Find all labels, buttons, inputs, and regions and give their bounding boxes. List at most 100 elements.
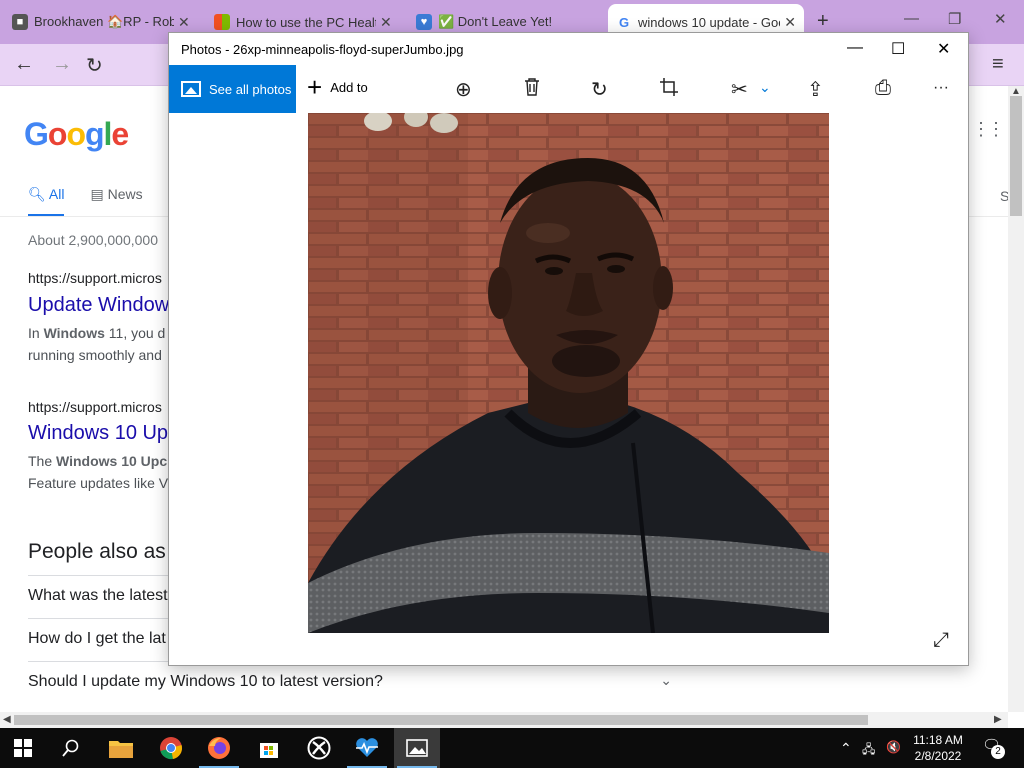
health-icon[interactable] — [344, 728, 390, 768]
edit-icon[interactable]: ✂ — [731, 77, 748, 102]
share-icon[interactable]: ⇪ — [807, 77, 824, 102]
result-url[interactable]: https://support.micros — [28, 399, 162, 415]
snippet-bold: Windows 10 Upc — [56, 453, 168, 469]
snippet-text: running smoothly and — [28, 347, 162, 363]
result-url[interactable]: https://support.micros — [28, 270, 162, 286]
paa-question-text: What was the latest — [28, 587, 168, 604]
fullscreen-icon[interactable]: ⤢ — [933, 629, 949, 652]
logo-letter: g — [84, 116, 105, 152]
scroll-left-icon[interactable]: ◀ — [3, 714, 11, 725]
people-also-ask-heading: People also as — [28, 540, 166, 563]
rotate-icon[interactable]: ↻ — [591, 77, 608, 102]
roblox-icon: ■ — [12, 14, 28, 30]
chevron-down-icon: ⌄ — [660, 672, 672, 688]
volume-muted-icon[interactable]: 🔇 — [886, 740, 901, 754]
browser-close-button[interactable]: ✕ — [994, 10, 1007, 28]
chrome-icon[interactable] — [148, 728, 194, 768]
snippet-text: 11, you d — [104, 325, 166, 341]
photos-close-button[interactable]: ✕ — [937, 39, 950, 59]
tab-title: windows 10 update - Googl — [638, 14, 781, 30]
print-icon[interactable]: ⎙ — [875, 77, 891, 100]
snippet-text: Feature updates like V — [28, 475, 169, 491]
scroll-right-icon[interactable]: ▶ — [994, 714, 1002, 725]
close-tab-icon[interactable]: ✕ — [784, 14, 796, 31]
tab-all-label: All — [48, 186, 65, 202]
tab-title: ✅ Don't Leave Yet! — [438, 14, 553, 29]
tab-title: How to use the PC Health C — [236, 14, 376, 30]
browser-minimize-button[interactable]: — — [904, 10, 919, 27]
logo-letter: o — [66, 116, 86, 152]
photos-toolbar: See all photos + Add to ⊕ ↻ ✂ ⌄ ⇪ ⎙ ··· — [169, 65, 968, 113]
tab-news[interactable]: ▤ News — [90, 186, 142, 217]
result-title[interactable]: Windows 10 Up — [28, 422, 168, 445]
logo-letter: o — [47, 116, 68, 152]
close-tab-icon[interactable]: ✕ — [178, 14, 190, 31]
notification-count-badge: 2 — [991, 745, 1005, 759]
result-snippet: In Windows 11, you d running smoothly an… — [28, 322, 165, 366]
tray-chevron-icon[interactable]: ⌃ — [840, 740, 852, 757]
photo-icon — [181, 81, 201, 97]
side-tab-text[interactable]: S — [1000, 188, 1008, 204]
horizontal-scrollbar[interactable]: ◀ ▶ — [0, 712, 1008, 728]
result-title[interactable]: Update Window — [28, 294, 169, 317]
google-apps-icon[interactable]: ⋮⋮⋮ — [972, 120, 1008, 138]
search-icon: 🔍︎ — [28, 186, 49, 202]
tab-news-label: News — [107, 186, 143, 202]
system-clock[interactable]: 11:18 AM 2/8/2022 — [906, 732, 970, 764]
photos-maximize-button[interactable]: ☐ — [891, 39, 905, 59]
horizontal-scroll-thumb[interactable] — [14, 715, 868, 725]
chevron-down-icon[interactable]: ⌄ — [759, 79, 771, 96]
logo-letter: G — [24, 116, 49, 152]
browser-menu-button[interactable]: ≡ — [992, 53, 1004, 76]
snippet-bold: Windows — [43, 325, 105, 341]
close-tab-icon[interactable]: ✕ — [380, 14, 392, 31]
plus-icon: + — [307, 72, 323, 102]
more-icon[interactable]: ··· — [933, 79, 949, 97]
new-tab-button[interactable]: + — [817, 10, 829, 33]
search-tabs: 🔍︎ All ▤ News — [28, 186, 143, 217]
news-icon: ▤ — [90, 186, 108, 202]
network-icon[interactable]: 🖧 — [862, 740, 875, 761]
store-icon[interactable] — [246, 728, 292, 768]
start-icon[interactable] — [0, 728, 46, 768]
firefox-icon[interactable] — [196, 728, 242, 768]
clock-date: 2/8/2022 — [914, 749, 962, 763]
add-to-label: Add to — [330, 79, 368, 95]
reload-button[interactable]: ↻ — [86, 53, 103, 78]
crop-icon[interactable] — [659, 77, 679, 103]
snippet-text: In — [28, 325, 44, 341]
tab-all[interactable]: 🔍︎ All — [28, 186, 65, 217]
result-stats: About 2,900,000,000 — [28, 232, 159, 248]
photo-image — [308, 113, 829, 633]
browser-restore-button[interactable]: ❐ — [948, 10, 961, 28]
paa-question[interactable]: Should I update my Windows 10 to latest … — [28, 661, 680, 704]
microsoft-icon — [214, 14, 230, 30]
paa-question-text: Should I update my Windows 10 to latest … — [28, 673, 383, 690]
result-snippet: The Windows 10 Upc Feature updates like … — [28, 450, 168, 494]
search-icon[interactable] — [48, 728, 94, 768]
paa-question-text: How do I get the lat — [28, 630, 166, 647]
heart-icon: ♥ — [416, 14, 432, 30]
windows-taskbar: ⌃ 🖧 🔇 11:18 AM 2/8/2022 🗨 2 — [0, 728, 1024, 768]
zoom-in-icon[interactable]: ⊕ — [455, 77, 472, 102]
back-button[interactable]: ← — [14, 53, 34, 76]
forward-button[interactable]: → — [52, 53, 72, 76]
file-explorer-icon[interactable] — [98, 728, 144, 768]
add-to-button[interactable]: + Add to — [307, 72, 368, 102]
delete-icon[interactable] — [523, 77, 541, 102]
xbox-icon[interactable] — [296, 728, 342, 768]
clock-time: 11:18 AM — [913, 733, 963, 747]
vertical-scroll-thumb[interactable] — [1010, 96, 1022, 216]
tab-title: Brookhaven 🏠RP - Roblox — [34, 14, 174, 29]
logo-letter: e — [111, 116, 129, 152]
photos-title-bar[interactable]: Photos - 26xp-minneapolis-floyd-superJum… — [169, 33, 968, 65]
photos-icon[interactable] — [394, 728, 440, 768]
snippet-text: The — [28, 453, 57, 469]
see-all-label: See all photos — [209, 81, 292, 97]
photos-minimize-button[interactable]: — — [847, 39, 863, 57]
see-all-photos-button[interactable]: See all photos — [169, 65, 296, 113]
photos-title: Photos - 26xp-minneapolis-floyd-superJum… — [181, 42, 464, 57]
action-center-button[interactable]: 🗨 2 — [982, 736, 1006, 760]
google-logo[interactable]: Google — [24, 116, 129, 153]
vertical-scrollbar[interactable]: ▲ — [1008, 86, 1024, 712]
